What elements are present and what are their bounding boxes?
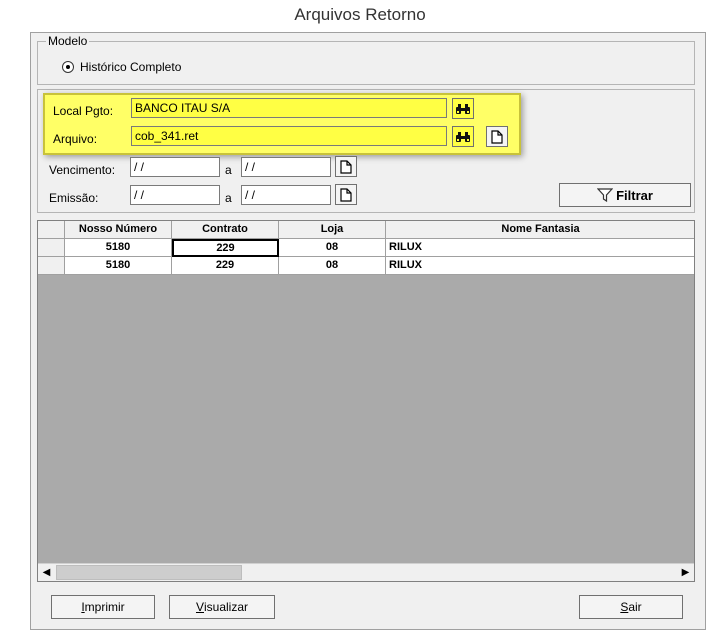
binoculars-icon — [456, 131, 470, 142]
imprimir-label: mprimir — [84, 600, 125, 614]
arquivo-search-button[interactable] — [452, 126, 474, 147]
emissao-clear-button[interactable] — [335, 184, 357, 205]
sair-button[interactable]: Sair — [579, 595, 683, 619]
grid-header: Nosso Número Contrato Loja Nome Fantasia — [38, 221, 694, 239]
sair-accel: S — [620, 600, 629, 614]
local-pgto-search-button[interactable] — [452, 98, 474, 119]
modelo-groupbox: Modelo Histórico Completo — [37, 34, 695, 85]
filtrar-label: Filtrar — [616, 187, 653, 203]
vencimento-to-field[interactable]: / / — [241, 157, 331, 177]
filtrar-button[interactable]: Filtrar — [559, 183, 691, 207]
column-header[interactable]: Nome Fantasia — [386, 221, 694, 239]
horizontal-scrollbar[interactable]: ◀ ▶ — [38, 563, 694, 581]
blank-page-icon — [340, 187, 352, 202]
historico-completo-radio[interactable] — [62, 61, 74, 73]
scroll-left-icon[interactable]: ◀ — [38, 564, 55, 581]
local-pgto-label: Local Pgto: — [53, 104, 114, 118]
table-row[interactable]: 5180 229 08 RILUX — [38, 239, 694, 257]
column-header[interactable]: Loja — [279, 221, 386, 239]
funnel-icon — [597, 188, 614, 202]
row-indicator-header — [38, 221, 65, 239]
scroll-right-icon[interactable]: ▶ — [677, 564, 694, 581]
results-grid[interactable]: Nosso Número Contrato Loja Nome Fantasia… — [37, 220, 695, 582]
emissao-to-field[interactable]: / / — [241, 185, 331, 205]
historico-completo-label: Histórico Completo — [80, 60, 182, 74]
visualizar-label: isualizar — [204, 600, 249, 614]
local-pgto-field[interactable]: BANCO ITAU S/A — [131, 98, 447, 118]
vencimento-label: Vencimento: — [49, 163, 116, 177]
arquivo-clear-button[interactable] — [486, 126, 508, 147]
emissao-sep: a — [225, 191, 232, 205]
vencimento-clear-button[interactable] — [335, 156, 357, 177]
sair-label: air — [628, 600, 642, 614]
emissao-from-field[interactable]: / / — [130, 185, 220, 205]
emissao-label: Emissão: — [49, 191, 99, 205]
nome-fantasia-cell[interactable]: RILUX — [386, 257, 694, 275]
loja-cell[interactable]: 08 — [279, 257, 386, 275]
nome-fantasia-cell[interactable]: RILUX — [386, 239, 694, 257]
blank-page-icon — [340, 159, 352, 174]
vencimento-from-field[interactable]: / / — [130, 157, 220, 177]
nosso-numero-cell[interactable]: 5180 — [65, 239, 172, 257]
contrato-cell[interactable]: 229 — [172, 257, 279, 275]
historico-completo-option[interactable]: Histórico Completo — [62, 60, 181, 74]
scroll-thumb[interactable] — [56, 565, 242, 580]
row-indicator[interactable] — [38, 239, 65, 257]
arquivo-label: Arquivo: — [53, 132, 98, 146]
nosso-numero-cell[interactable]: 5180 — [65, 257, 172, 275]
imprimir-button[interactable]: Imprimir — [51, 595, 155, 619]
main-window: Modelo Histórico Completo Local Pgto: BA… — [30, 32, 706, 630]
contrato-cell[interactable]: 229 — [172, 239, 279, 257]
blank-page-icon — [491, 129, 503, 144]
table-row[interactable]: 5180 229 08 RILUX — [38, 257, 694, 275]
binoculars-icon — [456, 103, 470, 114]
modelo-legend: Modelo — [46, 34, 90, 48]
vencimento-sep: a — [225, 163, 232, 177]
visualizar-accel: V — [195, 600, 204, 614]
window-title: Arquivos Retorno — [0, 0, 720, 32]
column-header[interactable]: Contrato — [172, 221, 279, 239]
row-indicator[interactable] — [38, 257, 65, 275]
column-header[interactable]: Nosso Número — [65, 221, 172, 239]
arquivo-field[interactable]: cob_341.ret — [131, 126, 447, 146]
visualizar-button[interactable]: Visualizar — [169, 595, 275, 619]
loja-cell[interactable]: 08 — [279, 239, 386, 257]
